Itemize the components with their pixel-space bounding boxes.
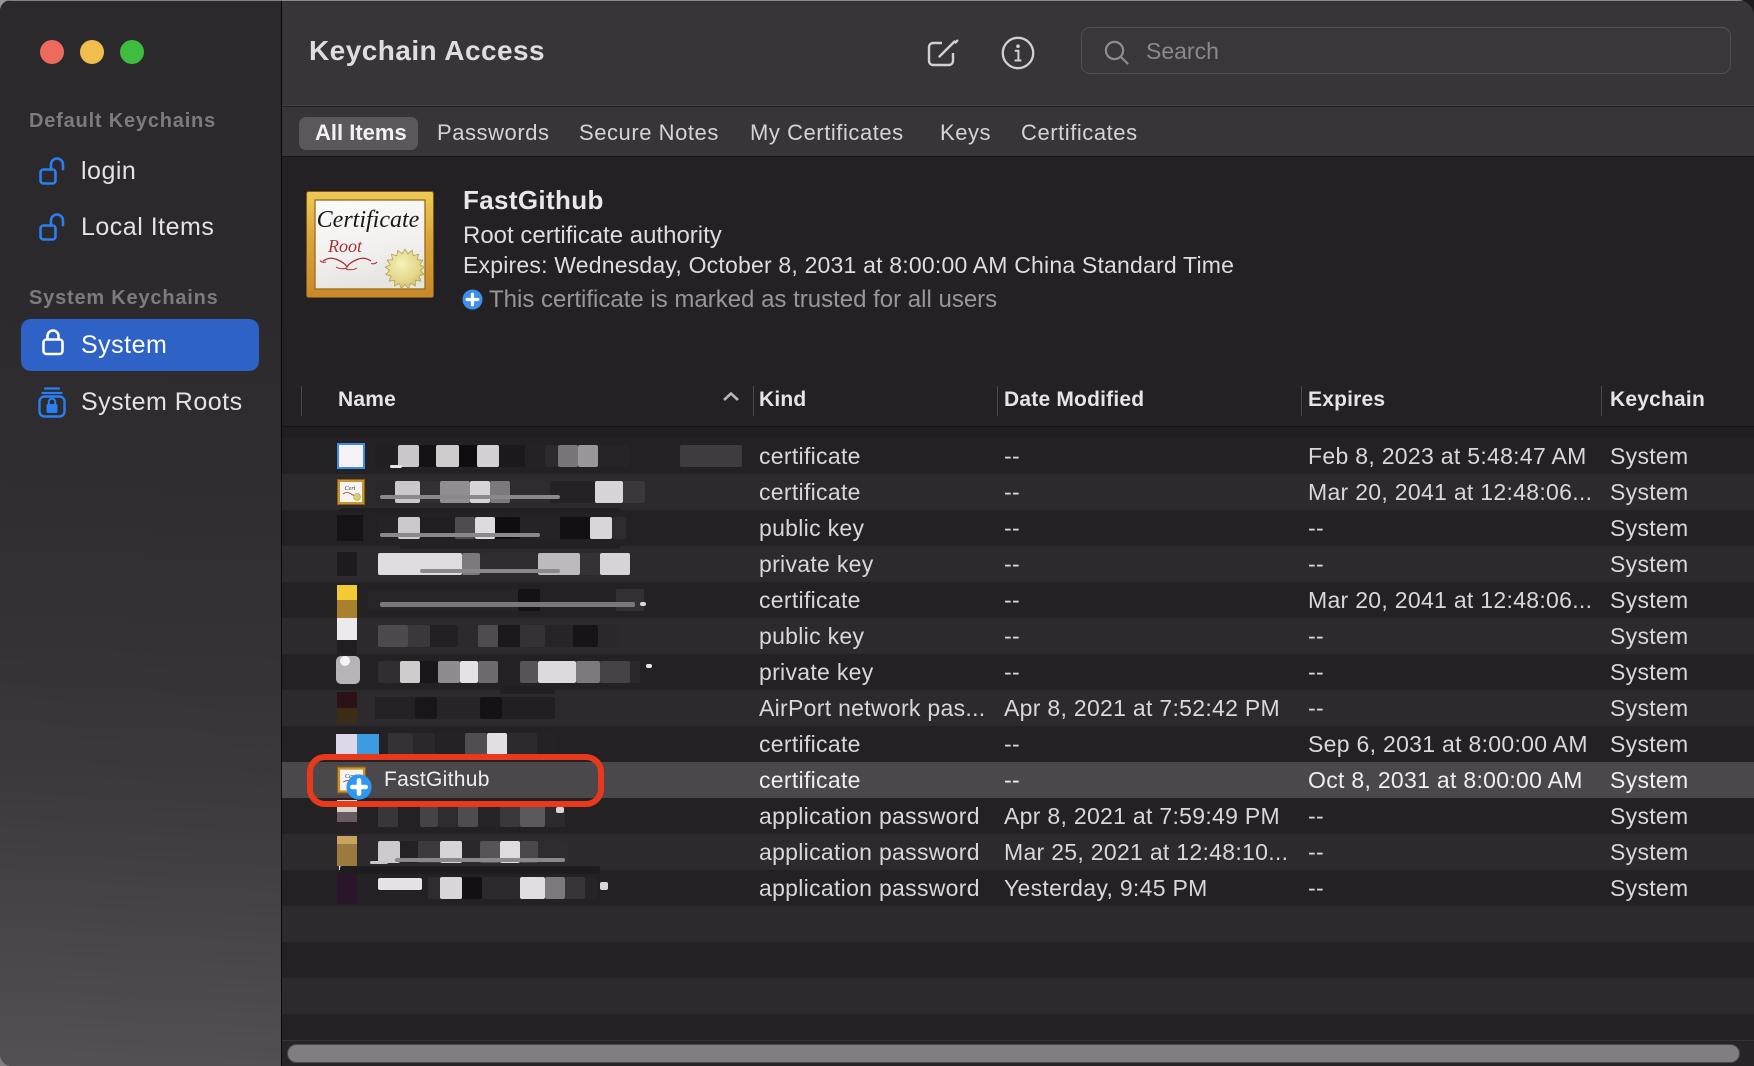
svg-text:Certificate: Certificate: [317, 207, 420, 233]
svg-text:Cert: Cert: [345, 486, 356, 492]
svg-text:Root: Root: [327, 236, 363, 256]
